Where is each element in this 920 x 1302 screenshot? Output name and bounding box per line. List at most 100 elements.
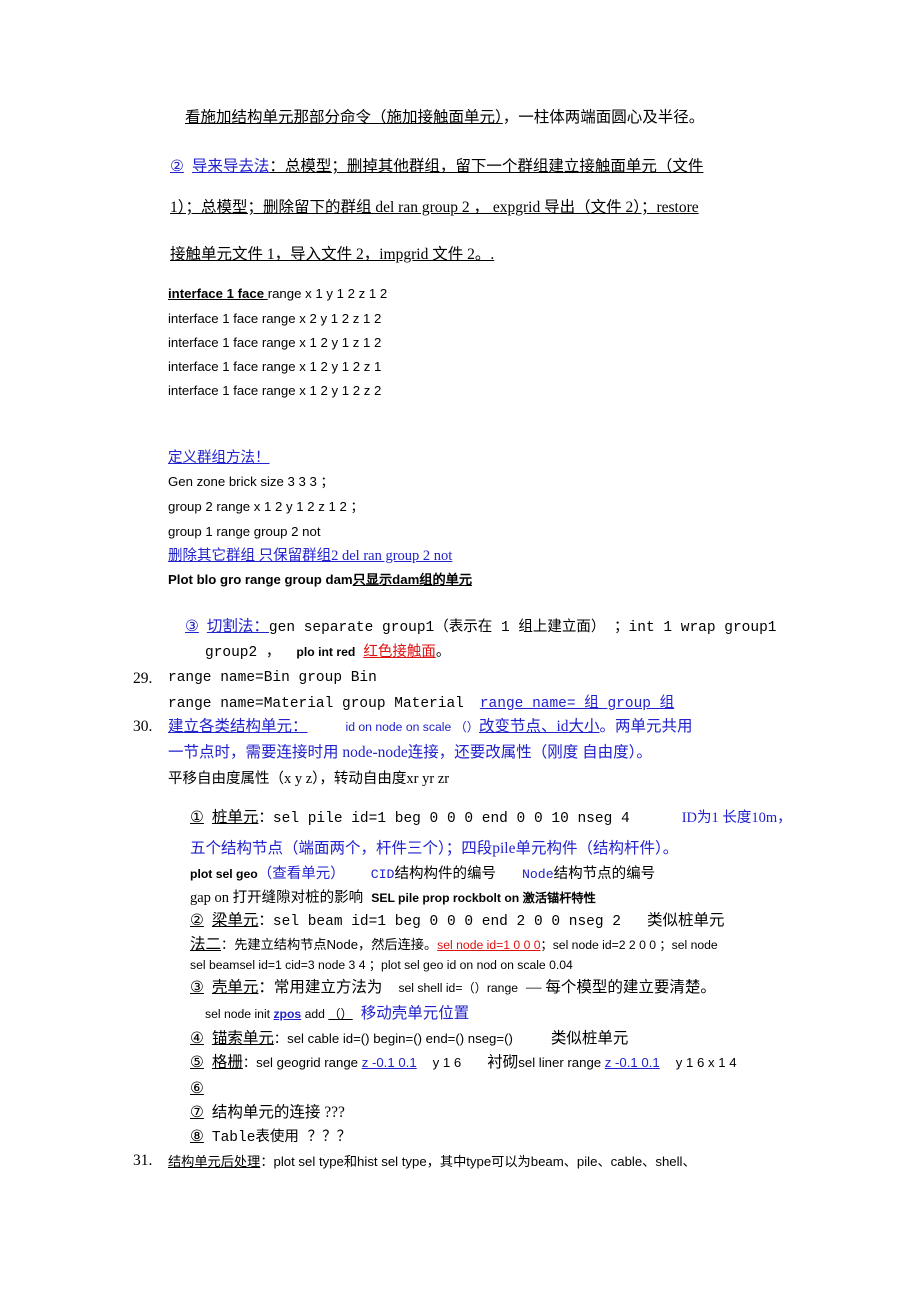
element-connection-text: 结构单元的连接 ??? xyxy=(211,1104,345,1121)
post-processing-rest: ：plot sel type和hist sel type，其中type可以为be… xyxy=(260,1154,696,1169)
plo-int-red-command: plo int red xyxy=(296,645,356,659)
beam-element-command: ：sel beam id=1 beg 0 0 0 end 2 0 0 nseg … xyxy=(258,914,621,930)
paragraph-post-processing: 结构单元后处理：plot sel type和hist sel type，其中ty… xyxy=(168,1155,696,1168)
marker-circle-2b: ② xyxy=(190,911,204,929)
code-range-name-material-line: range name=Material group Material range … xyxy=(168,695,674,712)
code-range-name-material: range name=Material group Material xyxy=(168,696,464,712)
paragraph-element-connection: ⑦ 结构单元的连接 ??? xyxy=(190,1103,345,1121)
pile-element-title: 桩单元 xyxy=(211,809,259,826)
cable-element-title: 锚索单元 xyxy=(211,1030,274,1047)
code-group-1-range: group 1 range group 2 not xyxy=(168,524,321,539)
marker-circle-6: ⑥ xyxy=(190,1079,204,1097)
marker-circle-5: ⑤ xyxy=(190,1053,204,1071)
paragraph-pile-nodes-note: 五个结构节点（端面两个，杆件三个）；四段pile单元构件（结构杆件）。 xyxy=(190,840,679,857)
add-keyword: add xyxy=(301,1007,329,1021)
marker-circle-7: ⑦ xyxy=(190,1103,204,1121)
import-export-rest: ：总模型；删掉其他群组，留下一个群组建立接触面单元（文件 xyxy=(269,158,704,175)
paragraph-shell-element: ③ 壳单元：常用建立方法为 sel shell id=（）range — 每个模型的建… xyxy=(190,978,716,996)
list-number-30: 30. xyxy=(133,718,153,735)
marker-circle-3b: ③ xyxy=(190,978,204,996)
list-number-29: 29. xyxy=(133,670,153,687)
shell-element-title: 壳单元 xyxy=(211,979,259,996)
geogrid-command: ：sel geogrid range xyxy=(242,1055,362,1070)
interface-1-tail: range x 1 y 1 2 z 1 2 xyxy=(267,286,388,301)
paragraph-geogrid-element: ⑤ 格栅：sel geogrid range z -0.1 0.1 y 1 6 衬砌s… xyxy=(190,1053,737,1071)
change-node-id-note: 改变节点、id大小 xyxy=(478,718,600,735)
paragraph-look-command: 看施加结构单元那部分命令（施加接触面单元），一柱体两端面圆心及半径。 xyxy=(185,110,704,126)
sel-node-id-1000: sel node id=1 0 0 0 xyxy=(437,938,541,952)
id-node-scale-command: id on node on scale （） xyxy=(345,720,479,734)
list-number-31: 31. xyxy=(133,1152,153,1169)
paragraph-cut-method-line2: group2 ， plo int red 红色接触面。 xyxy=(205,645,450,661)
paragraph-dof-attributes: 平移自由度属性（x y z），转动自由度xr yr zr xyxy=(168,771,450,787)
interface-files-text: 接触单元文件 1，导入文件 2，impgrid 文件 2。. xyxy=(170,246,495,263)
sel-node-init-command: sel node init xyxy=(205,1007,274,1021)
paragraph-sel-node-init-zpos: sel node init zpos add （） 移动壳单元位置 xyxy=(205,1006,469,1022)
cid-label: CID xyxy=(370,867,395,882)
marker-circle-8: ⑧ xyxy=(190,1127,204,1145)
code-interface-3: interface 1 face range x 1 2 y 1 z 1 2 xyxy=(168,335,382,350)
paragraph-create-structural-elements: 建立各类结构单元： id on node on scale （）改变节点、id大小… xyxy=(168,719,693,735)
document-page: 看施加结构单元那部分命令（施加接触面单元），一柱体两端面圆心及半径。 ② 导来导去… xyxy=(0,0,920,1302)
heading-group-definition: 定义群组方法！ xyxy=(168,450,270,466)
import-export-line2-text: 1）；总模型；删除留下的群组 del ran group 2 ， expgrid… xyxy=(170,199,699,216)
plot-sel-geo-command: plot sel geo xyxy=(190,867,258,881)
two-elements-share-note: 。两单元共用 xyxy=(599,718,693,735)
cable-similar-note: 类似桩单元 xyxy=(550,1030,629,1047)
paragraph-pile-element: ① 桩单元：sel pile id=1 beg 0 0 0 end 0 0 10 … xyxy=(190,808,792,827)
liner-range-z: z -0.1 0.1 xyxy=(604,1055,660,1070)
cable-element-command: ：sel cable id=() begin=() end=() nseg=() xyxy=(273,1031,513,1046)
cut-period: 。 xyxy=(435,644,451,660)
code-gen-zone-brick: Gen zone brick size 3 3 3 ； xyxy=(168,474,334,489)
pile-element-id-note: ID为1 长度10m， xyxy=(681,810,792,826)
paragraph-gap-on: gap on 打开缝隙对桩的影响 SEL pile prop rockbolt o… xyxy=(190,890,596,906)
move-shell-note: 移动壳单元位置 xyxy=(360,1005,470,1022)
geogrid-title: 格栅 xyxy=(211,1054,243,1071)
node-note: 结构节点的编号 xyxy=(553,866,656,882)
import-export-title: 导来导去法 xyxy=(191,158,270,175)
plot-blo-gro-command: Plot blo gro range group dam xyxy=(168,572,353,587)
cid-note: 结构构件的编号 xyxy=(394,866,496,882)
beam-method2-desc: ：先建立结构节点Node，然后连接。 xyxy=(221,937,438,952)
marker-circle-4: ④ xyxy=(190,1029,204,1047)
code-group-2-range: group 2 range x 1 2 y 1 2 z 1 2 ； xyxy=(168,499,364,514)
paragraph-table-usage: ⑧ Table表使用 ？？？ xyxy=(190,1127,352,1146)
create-structural-elements-title: 建立各类结构单元： xyxy=(168,718,308,735)
marker-circle-1: ① xyxy=(190,808,204,826)
post-processing-title: 结构单元后处理 xyxy=(168,1154,261,1169)
geogrid-range-z: z -0.1 0.1 xyxy=(361,1055,417,1070)
cut-method-command: gen separate group1（表示在 1 组上建立面） ；int 1 … xyxy=(268,620,777,636)
cut-group2: group2 ， xyxy=(205,645,281,661)
paragraph-beam-method2: 法二：先建立结构节点Node，然后连接。sel node id=1 0 0 0；… xyxy=(190,937,718,953)
marker-circle-2: ② xyxy=(170,157,184,175)
look-command-tail: ，一柱体两端面圆心及半径。 xyxy=(502,109,705,126)
cut-method-title: 切割法： xyxy=(206,618,269,635)
geogrid-range-y: y 1 6 xyxy=(432,1055,462,1070)
gap-on-command: gap on 打开缝隙对桩的影响 xyxy=(190,890,364,906)
note-delete-other-groups: 删除其它群组 只保留群组2 del ran group 2 not xyxy=(168,548,453,564)
shell-element-desc: ：常用建立方法为 xyxy=(258,979,383,996)
code-sel-beamsel: sel beamsel id=1 cid=3 node 3 4 ；plot se… xyxy=(190,958,573,972)
shell-clarity-note: — 每个模型的建立要清楚。 xyxy=(526,979,716,996)
paragraph-interface-files: 接触单元文件 1，导入文件 2，impgrid 文件 2。. xyxy=(170,247,494,263)
paragraph-cut-method: ③ 切割法：gen separate group1（表示在 1 组上建立面） ；i… xyxy=(185,618,777,636)
code-interface-4: interface 1 face range x 1 2 y 1 2 z 1 xyxy=(168,359,382,374)
paragraph-cable-element: ④ 锚索单元：sel cable id=() begin=() end=() ns… xyxy=(190,1029,629,1047)
liner-range-yx: y 1 6 x 1 4 xyxy=(675,1055,737,1070)
code-interface-5: interface 1 face range x 1 2 y 1 2 z 2 xyxy=(168,383,382,398)
sel-shell-command: sel shell id=（）range xyxy=(398,981,519,995)
rockbolt-command: SEL pile prop rockbolt on 激活锚杆特性 xyxy=(371,891,596,905)
table-usage-text: Table表使用 ？？？ xyxy=(211,1130,352,1146)
paragraph-import-export-line2: 1）；总模型；删除留下的群组 del ran group 2 ， expgrid… xyxy=(170,200,699,216)
note-range-name-group: range name= 组 group 组 xyxy=(479,696,675,712)
paragraph-beam-element: ② 梁单元：sel beam id=1 beg 0 0 0 end 2 0 0 n… xyxy=(190,911,725,930)
beam-element-title: 梁单元 xyxy=(211,912,259,929)
code-range-name-bin: range name=Bin group Bin xyxy=(168,670,377,686)
plot-sel-geo-note: （查看单元） xyxy=(257,866,345,882)
code-plot-blo-gro: Plot blo gro range group dam只显示dam组的单元 xyxy=(168,573,472,586)
code-interface-1: interface 1 face range x 1 y 1 2 z 1 2 xyxy=(168,287,387,300)
pile-element-command: ：sel pile id=1 beg 0 0 0 end 0 0 10 nseg… xyxy=(258,811,630,827)
beam-method2-title: 法二 xyxy=(190,936,222,953)
zpos-parens: （） xyxy=(328,1007,353,1021)
paragraph-import-export-method: ② 导来导去法：总模型；删掉其他群组，留下一个群组建立接触面单元（文件 xyxy=(170,157,704,175)
